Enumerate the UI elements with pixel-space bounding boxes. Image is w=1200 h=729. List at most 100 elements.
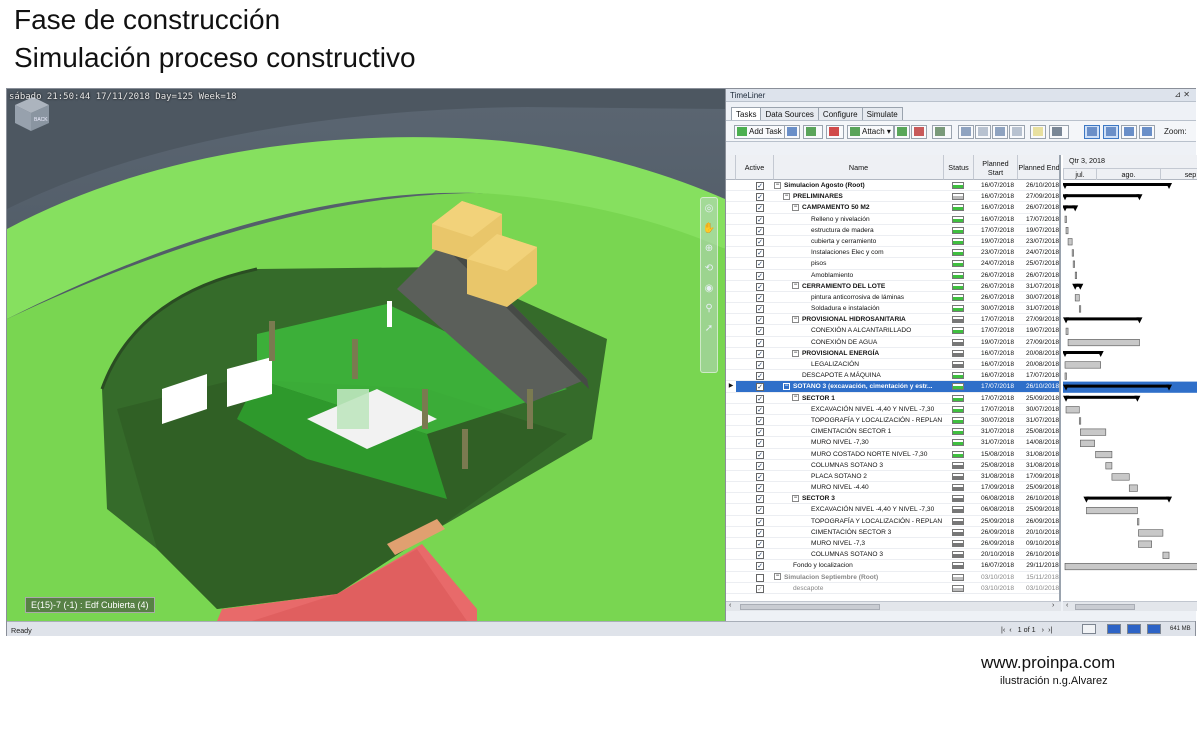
- task-row[interactable]: ✓ TOPOGRAFÍA Y LOCALIZACIÓN - REPLANTEO .…: [726, 415, 1059, 427]
- active-checkbox[interactable]: ✓: [756, 540, 764, 548]
- task-name-cell[interactable]: pintura anticorrosiva de láminas: [774, 292, 942, 303]
- active-checkbox[interactable]: ✓: [756, 237, 764, 246]
- task-row[interactable]: ✓ CIMENTACIÓN SECTOR 3 26/09/2018 20/10/201…: [726, 527, 1059, 538]
- planned-start-cell[interactable]: 30/07/2018: [975, 415, 1020, 426]
- active-checkbox[interactable]: ✓: [756, 338, 764, 347]
- task-name-cell[interactable]: − SECTOR 1: [774, 393, 942, 404]
- planned-end-cell[interactable]: 27/09/2018: [1020, 337, 1059, 348]
- collapse-toggle-icon[interactable]: −: [792, 394, 799, 402]
- row-selector[interactable]: [726, 460, 736, 471]
- planned-end-cell[interactable]: 26/07/2018: [1020, 270, 1059, 281]
- task-name-cell[interactable]: − SOTANO 3 (excavación, cimentación y est…: [774, 381, 942, 392]
- active-checkbox[interactable]: ✓: [756, 349, 764, 358]
- planned-start-cell[interactable]: 24/07/2018: [975, 258, 1020, 269]
- column-header-planned-end[interactable]: Planned End: [1018, 155, 1059, 180]
- active-checkbox[interactable]: ✓: [756, 517, 764, 526]
- gantt-task-bar[interactable]: [1105, 462, 1113, 470]
- task-name-cell[interactable]: − PROVISIONAL HIDROSANITARIA: [774, 314, 942, 325]
- task-row[interactable]: ✓ TOPOGRAFÍA Y LOCALIZACIÓN - REPLANTEO .…: [726, 516, 1059, 527]
- task-row[interactable]: ✓ − PROVISIONAL HIDROSANITARIA 17/07/2018 27…: [726, 314, 1059, 326]
- gantt-summary-bar[interactable]: [1066, 395, 1138, 399]
- level-up-button[interactable]: [958, 125, 974, 139]
- row-selector[interactable]: [726, 426, 736, 437]
- task-name-cell[interactable]: CIMENTACIÓN SECTOR 3: [774, 527, 942, 538]
- planned-start-cell[interactable]: 20/10/2018: [975, 549, 1020, 560]
- look-icon[interactable]: ◉: [702, 282, 716, 296]
- planned-start-cell[interactable]: 19/07/2018: [975, 236, 1020, 247]
- collapse-toggle-icon[interactable]: −: [792, 316, 799, 323]
- gantt-task-bar[interactable]: [1067, 238, 1073, 246]
- orbit-icon[interactable]: ⟲: [702, 262, 716, 276]
- planned-end-cell[interactable]: 30/07/2018: [1020, 404, 1059, 415]
- level-down-button[interactable]: [975, 125, 991, 139]
- active-checkbox[interactable]: ✓: [756, 193, 764, 202]
- task-name-cell[interactable]: descapote: [774, 583, 942, 594]
- row-selector[interactable]: [726, 549, 736, 560]
- planned-end-cell[interactable]: 19/07/2018: [1020, 325, 1059, 336]
- planned-start-cell[interactable]: 23/07/2018: [975, 247, 1020, 258]
- planned-start-cell[interactable]: 16/07/2018: [975, 214, 1020, 225]
- walk-icon[interactable]: ⚲: [702, 302, 716, 316]
- row-selector[interactable]: [726, 437, 736, 448]
- task-row[interactable]: ✓ − CERRAMIENTO DEL LOTE 26/07/2018 31/07/20…: [726, 281, 1059, 292]
- planned-start-cell[interactable]: 17/07/2018: [975, 314, 1020, 325]
- row-selector[interactable]: [726, 258, 736, 269]
- find-items-button[interactable]: [932, 125, 952, 139]
- planned-end-cell[interactable]: 31/07/2018: [1020, 303, 1059, 314]
- planned-start-cell[interactable]: 17/07/2018: [975, 325, 1020, 336]
- attach-rules-button[interactable]: [894, 125, 910, 139]
- task-grid-hscrollbar[interactable]: ‹ ›: [726, 601, 1061, 611]
- column-header-active[interactable]: Active: [736, 155, 774, 180]
- task-row[interactable]: ✓ MURO NIVEL -7,30 31/07/2018 14/08/2018: [726, 437, 1059, 449]
- collapse-toggle-icon[interactable]: −: [792, 204, 799, 212]
- task-row[interactable]: ✓ EXCAVACIÓN NIVEL -4,40 Y NIVEL -7,30 17/…: [726, 404, 1059, 415]
- column-header-status[interactable]: Status: [944, 155, 974, 180]
- active-checkbox[interactable]: ✓: [756, 282, 764, 291]
- task-row[interactable]: − Simulacion Septiembre (Root) 03/10/2018 1…: [726, 572, 1059, 583]
- planned-end-cell[interactable]: 26/10/2018: [1020, 180, 1059, 191]
- planned-start-cell[interactable]: 06/08/2018: [975, 493, 1020, 504]
- pan-icon[interactable]: ✋: [702, 222, 716, 236]
- planned-end-cell[interactable]: 17/09/2018: [1020, 471, 1059, 482]
- gantt-summary-bar[interactable]: [1066, 317, 1140, 321]
- active-checkbox[interactable]: ✓: [756, 293, 764, 302]
- panel-pin-close-icon[interactable]: ⊿ ✕: [1174, 90, 1190, 99]
- actual-dates-button[interactable]: [1121, 125, 1137, 139]
- steering-wheel-icon[interactable]: ◎: [702, 202, 716, 216]
- task-name-cell[interactable]: Relleno y nivelación: [774, 214, 942, 225]
- gantt-scroll-left-icon[interactable]: ‹: [1066, 602, 1068, 609]
- task-row[interactable]: ✓ EXCAVACIÓN NIVEL -4,40 Y NIVEL -7,30 06/…: [726, 504, 1059, 516]
- planned-end-cell[interactable]: 24/07/2018: [1020, 247, 1059, 258]
- task-name-cell[interactable]: Fondo y localizacion: [774, 560, 942, 571]
- row-selector[interactable]: [726, 504, 736, 515]
- task-row[interactable]: ✓ − SECTOR 1 17/07/2018 25/09/2018: [726, 393, 1059, 404]
- column-header-name[interactable]: Name: [774, 155, 944, 180]
- task-row[interactable]: ✓ pisos 24/07/2018 25/07/2018: [726, 258, 1059, 270]
- task-row[interactable]: ✓ Instalaciones Elec y com 23/07/2018 24/07…: [726, 247, 1059, 259]
- planned-start-cell[interactable]: 25/09/2018: [975, 516, 1020, 527]
- task-name-cell[interactable]: MURO NIVEL -7,30: [774, 437, 942, 448]
- scroll-right-icon[interactable]: ›: [1052, 602, 1054, 609]
- task-name-cell[interactable]: TOPOGRAFÍA Y LOCALIZACIÓN - REPLANTEO ..…: [774, 415, 942, 426]
- planned-start-cell[interactable]: 15/08/2018: [975, 449, 1020, 460]
- active-checkbox[interactable]: ✓: [756, 249, 764, 258]
- task-name-cell[interactable]: LEGALIZACIÓN: [774, 359, 942, 370]
- gantt-task-bar[interactable]: [1138, 529, 1164, 537]
- comments-button[interactable]: [1030, 125, 1046, 139]
- planned-start-cell[interactable]: 17/07/2018: [975, 381, 1020, 392]
- planned-end-cell[interactable]: 29/11/2018: [1020, 560, 1059, 571]
- task-row[interactable]: ▶ ✓ − SOTANO 3 (excavación, cimentación y e…: [726, 381, 1059, 393]
- row-selector[interactable]: [726, 583, 736, 594]
- planned-end-cell[interactable]: 31/07/2018: [1020, 415, 1059, 426]
- task-row[interactable]: ✓ LEGALIZACIÓN 16/07/2018 20/08/2018: [726, 359, 1059, 371]
- task-name-cell[interactable]: CIMENTACIÓN SECTOR 1: [774, 426, 942, 437]
- gantt-task-bar[interactable]: [1086, 506, 1138, 515]
- planned-end-cell[interactable]: 09/10/2018: [1020, 538, 1059, 549]
- task-name-cell[interactable]: cubierta y cerramiento: [774, 236, 942, 247]
- row-selector[interactable]: [726, 516, 736, 527]
- task-row[interactable]: ✓ − CAMPAMENTO 50 M2 16/07/2018 26/07/2018: [726, 202, 1059, 214]
- gantt-task-bar[interactable]: [1074, 271, 1077, 279]
- row-selector[interactable]: [726, 314, 736, 325]
- task-row[interactable]: ✓ MURO NIVEL -7,3 26/09/2018 09/10/2018: [726, 538, 1059, 550]
- gantt-task-bar[interactable]: [1078, 417, 1082, 425]
